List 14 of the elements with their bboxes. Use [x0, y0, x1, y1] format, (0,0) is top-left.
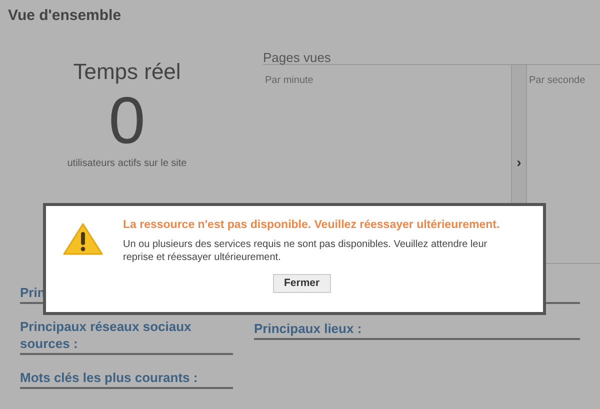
panel-label: Par seconde — [529, 75, 586, 86]
section-heading: Principaux lieux : — [254, 320, 580, 340]
pageviews-title: Pages vues — [263, 50, 331, 65]
close-button[interactable]: Fermer — [273, 274, 331, 293]
panel-label: Par minute — [265, 75, 314, 86]
dialog-title: La ressource n'est pas disponible. Veuillez réessayer ultérieurement. — [123, 218, 501, 233]
page-title: Vue d'ensemble — [8, 7, 122, 24]
dialog-message: Un ou plusieurs des services requis ne sont pas disponibles. Veuillez attendre leur reprise et réessayer ultérieurement. — [123, 238, 488, 264]
section-heading: Principaux réseaux sociaux sources : — [20, 318, 233, 355]
active-users-count: 0 — [108, 88, 146, 152]
warning-icon — [63, 223, 103, 255]
section-heading: Mots clés les plus courants : — [20, 369, 233, 389]
realtime-title: Temps réel — [73, 58, 181, 86]
active-users-caption: utilisateurs actifs sur le site — [67, 157, 187, 171]
